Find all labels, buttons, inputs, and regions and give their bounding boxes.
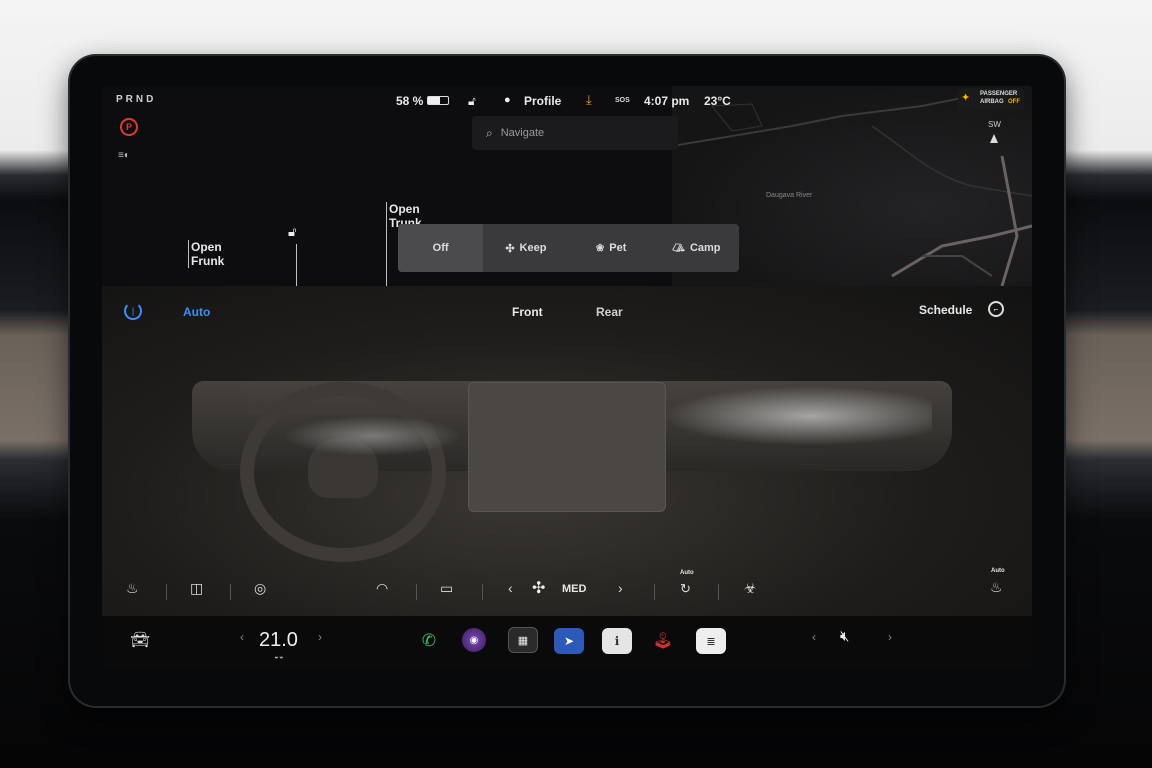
heading-arrow-icon bbox=[990, 134, 998, 143]
climate-bar: | Auto Front Rear Schedule ⌐ bbox=[102, 294, 1032, 328]
compass-label[interactable]: SW bbox=[988, 120, 1001, 129]
profile-button[interactable]: Profile bbox=[524, 94, 561, 108]
temp-decrease-icon[interactable]: ‹ bbox=[240, 630, 244, 644]
center-display-graphic bbox=[468, 382, 666, 512]
mode-camp[interactable]: ⛺︎ Camp bbox=[654, 224, 739, 272]
clock-icon[interactable]: ⌐ bbox=[988, 301, 1004, 317]
recirculation-icon[interactable]: ↻ bbox=[680, 581, 691, 597]
seat-auto-label: Auto bbox=[991, 568, 1005, 574]
climate-mode-selector: Off ✣ Keep ❀ Pet ⛺︎ Camp bbox=[398, 224, 739, 272]
sos-button[interactable]: SOS bbox=[615, 97, 630, 104]
dock-bar: 🚘︎ ‹ 21.0 › ◒◒ ✆ ◉ ▦ ➤ ℹ 🕹︎ ≣ ‹ 🔇︎ › bbox=[102, 616, 1032, 668]
power-icon[interactable]: | bbox=[124, 302, 142, 320]
tab-front[interactable]: Front bbox=[512, 305, 543, 319]
airbag-indicator: ✦ PASSENGER AIRBAG OFF bbox=[958, 88, 1024, 110]
fan-increase-icon[interactable]: › bbox=[618, 580, 623, 596]
lock-line bbox=[296, 244, 297, 286]
outside-temperature: 23°C bbox=[704, 94, 731, 108]
mute-icon[interactable]: 🔇︎ bbox=[840, 628, 849, 645]
mode-pet[interactable]: ❀ Pet bbox=[569, 224, 654, 272]
clock: 4:07 pm bbox=[644, 94, 690, 108]
volume-decrease-icon[interactable]: ‹ bbox=[812, 630, 816, 644]
phone-app-icon[interactable]: ✆ bbox=[414, 628, 444, 654]
steering-heater-icon[interactable]: ◎ bbox=[254, 580, 266, 597]
map-place-label: Daugava River bbox=[766, 192, 813, 199]
auto-climate-button[interactable]: Auto bbox=[183, 305, 210, 319]
car-icon[interactable]: 🚘︎ bbox=[130, 630, 150, 650]
climate-vent-icon: ◒◒ bbox=[274, 652, 284, 661]
airbag-icon: ✦ bbox=[961, 92, 971, 104]
bioweapon-defense-icon[interactable]: ☣ bbox=[744, 580, 757, 597]
park-brake-icon: P bbox=[120, 118, 138, 136]
touchscreen: Daugava River SW PRND P ≡◐ 58 % 🔓︎ ● Pro… bbox=[102, 86, 1032, 668]
download-icon[interactable]: ⤓ bbox=[586, 92, 592, 108]
cabin-temperature: 21.0 bbox=[259, 629, 298, 651]
battery-percent: 58 % bbox=[396, 94, 424, 108]
volume-increase-icon[interactable]: › bbox=[888, 630, 892, 644]
tab-rear[interactable]: Rear bbox=[596, 305, 623, 319]
app-launcher-icon[interactable]: ▦ bbox=[508, 627, 538, 653]
climate-controls: ♨ ◫ ◎ ◠ ▭ ‹ ✣ MED › Auto ↻ ☣ Auto ♨ bbox=[102, 568, 1032, 610]
fan-decrease-icon[interactable]: ‹ bbox=[508, 580, 513, 596]
recirculation-mode-label: Auto bbox=[680, 570, 694, 576]
auto-headlights-icon: ≡◐ bbox=[118, 150, 130, 161]
airflow-right-graphic[interactable] bbox=[662, 386, 932, 446]
temp-increase-icon[interactable]: › bbox=[318, 630, 322, 644]
search-icon: ⌕ bbox=[486, 125, 493, 140]
manual-app-icon[interactable]: ℹ bbox=[602, 628, 632, 654]
front-defrost-icon[interactable]: ◠ bbox=[376, 580, 388, 597]
fan-speed: MED bbox=[562, 583, 587, 595]
arcade-app-icon[interactable]: 🕹︎ bbox=[648, 628, 678, 654]
paw-icon: ❀ bbox=[595, 242, 605, 254]
mode-off[interactable]: Off bbox=[398, 224, 484, 272]
fan-icon: ✣ bbox=[532, 580, 546, 597]
rear-defrost-icon[interactable]: ◫ bbox=[190, 580, 203, 597]
seat-heater-right-icon[interactable]: ♨ bbox=[990, 579, 1003, 596]
gear-indicator: PRND bbox=[116, 94, 157, 105]
camera-app-icon[interactable]: ◉ bbox=[462, 628, 486, 652]
schedule-button[interactable]: Schedule bbox=[919, 303, 972, 317]
navigate-placeholder: Navigate bbox=[500, 127, 545, 139]
fan-icon: ✣ bbox=[505, 242, 515, 255]
door-lock-icon[interactable]: 🔓︎ bbox=[288, 224, 296, 240]
profile-icon[interactable]: ● bbox=[504, 94, 511, 106]
seat-heater-left-icon[interactable]: ♨ bbox=[126, 580, 139, 597]
open-frunk-button[interactable]: Open Frunk bbox=[188, 240, 224, 268]
airflow-left-graphic[interactable] bbox=[282, 416, 462, 456]
navigate-search[interactable]: ⌕ Navigate bbox=[472, 116, 678, 150]
battery-icon bbox=[427, 96, 449, 105]
mode-keep[interactable]: ✣ Keep bbox=[483, 224, 568, 272]
unlock-icon[interactable]: 🔓︎ bbox=[468, 94, 476, 109]
notes-app-icon[interactable]: ≣ bbox=[696, 628, 726, 654]
tent-icon: ⛺︎ bbox=[672, 242, 685, 254]
windshield-defrost-icon[interactable]: ▭ bbox=[440, 580, 453, 597]
navigation-app-icon[interactable]: ➤ bbox=[554, 628, 584, 654]
